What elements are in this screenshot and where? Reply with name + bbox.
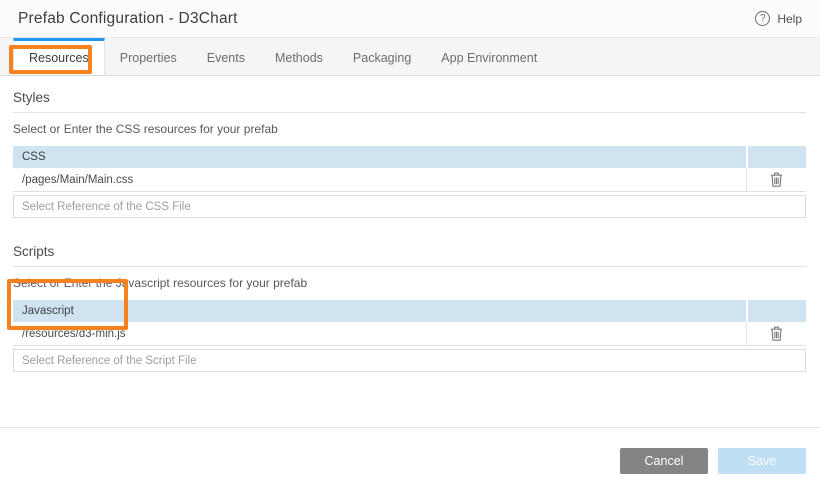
css-column-header: CSS xyxy=(13,146,746,168)
css-resources-table: CSS /pages/Main/Main.css xyxy=(13,146,806,218)
tab-properties[interactable]: Properties xyxy=(105,38,192,75)
css-action-column-header xyxy=(746,146,806,168)
css-resource-row: /pages/Main/Main.css xyxy=(13,168,806,192)
css-add-row xyxy=(13,195,806,218)
script-reference-input[interactable] xyxy=(13,349,806,372)
css-reference-input[interactable] xyxy=(13,195,806,218)
css-resource-path: /pages/Main/Main.css xyxy=(22,173,134,186)
script-resource-row: /resources/d3-min.js xyxy=(13,322,806,346)
script-resource-path: /resources/d3-min.js xyxy=(22,327,126,340)
resources-tab-content: Styles Select or Enter the CSS resources… xyxy=(0,76,820,372)
page-title: Prefab Configuration - D3Chart xyxy=(18,9,238,27)
help-icon: ? xyxy=(755,11,771,26)
title-bar: Prefab Configuration - D3Chart ? Help xyxy=(0,0,820,38)
prefab-configuration-dialog: Prefab Configuration - D3Chart ? Help Re… xyxy=(0,0,820,487)
scripts-section-caption: Select or Enter the Javascript resources… xyxy=(13,276,308,290)
dialog-footer: Cancel Save xyxy=(0,427,820,474)
trash-icon xyxy=(770,326,783,341)
tab-packaging[interactable]: Packaging xyxy=(338,38,426,75)
styles-section-heading: Styles xyxy=(13,90,806,113)
tab-bar: Resources Properties Events Methods Pack… xyxy=(0,38,820,76)
save-button[interactable]: Save xyxy=(718,448,806,474)
script-action-column-header xyxy=(746,300,806,322)
tab-methods[interactable]: Methods xyxy=(260,38,338,75)
script-delete-button[interactable] xyxy=(746,322,806,345)
script-add-row xyxy=(13,349,806,372)
script-resources-table: Javascript /resources/d3-min.js xyxy=(13,300,806,372)
trash-icon xyxy=(770,172,783,187)
scripts-section-heading: Scripts xyxy=(13,244,806,267)
tab-events[interactable]: Events xyxy=(192,38,260,75)
css-table-header-row: CSS xyxy=(13,146,806,168)
tab-resources[interactable]: Resources xyxy=(13,38,105,75)
script-table-header-row: Javascript xyxy=(13,300,806,322)
help-button[interactable]: ? Help xyxy=(755,11,802,26)
css-delete-button[interactable] xyxy=(746,168,806,191)
javascript-column-header: Javascript xyxy=(13,300,746,322)
styles-section-caption: Select or Enter the CSS resources for yo… xyxy=(13,122,278,136)
tab-app-environment[interactable]: App Environment xyxy=(426,38,552,75)
cancel-button[interactable]: Cancel xyxy=(620,448,708,474)
help-label: Help xyxy=(777,11,802,26)
